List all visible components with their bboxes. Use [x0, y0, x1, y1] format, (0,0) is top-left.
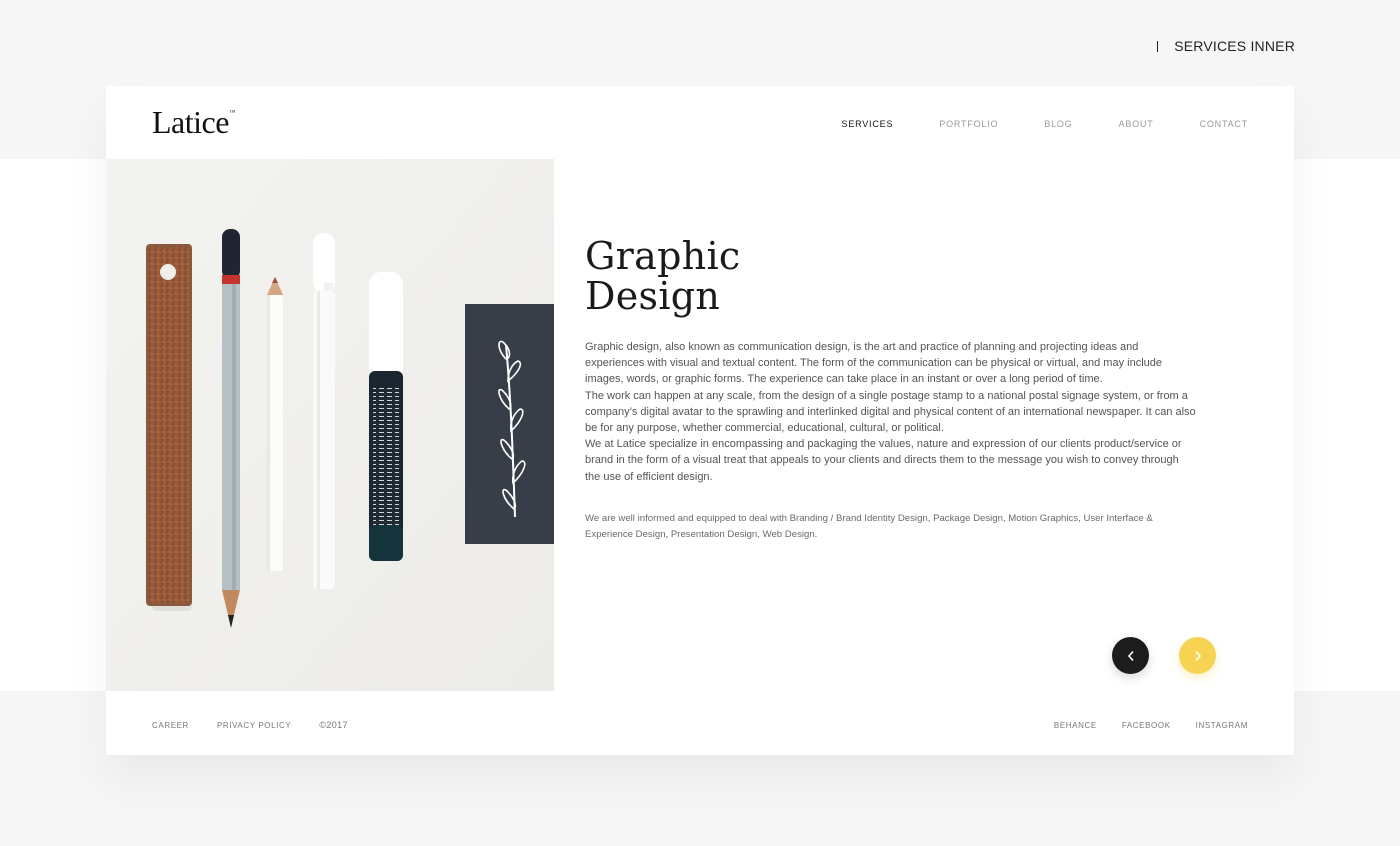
paragraph-2: The work can happen at any scale, from t… [585, 389, 1196, 435]
nav-item-services[interactable]: SERVICES [842, 119, 894, 129]
cork-ruler [146, 244, 192, 606]
next-button[interactable] [1179, 637, 1216, 674]
divider [1157, 40, 1159, 52]
title-line-2: Design [585, 274, 721, 318]
page-label: SERVICES INNER [1157, 38, 1295, 54]
logo-text: Latice [152, 104, 229, 140]
instagram-link[interactable]: INSTAGRAM [1196, 721, 1248, 730]
logo[interactable]: Latice ™ [152, 104, 235, 141]
paragraph-3: We at Latice specialize in encompassing … [585, 438, 1182, 483]
white-gel-pen [313, 233, 335, 589]
footer-copyright: ©2017 [319, 720, 348, 730]
logo-trademark: ™ [229, 110, 236, 116]
page-card: Latice ™ SERVICES PORTFOLIO BLOG ABOUT CO… [106, 86, 1294, 755]
main-nav: SERVICES PORTFOLIO BLOG ABOUT CONTACT [842, 119, 1248, 129]
marker [369, 272, 403, 561]
social-links: BEHANCE FACEBOOK INSTAGRAM [1054, 721, 1248, 730]
footer-career-link[interactable]: CAREER [152, 721, 189, 730]
stationery-illustration [106, 159, 554, 691]
page-label-text: SERVICES INNER [1174, 38, 1295, 54]
page-title: Graphic Design [585, 236, 741, 316]
paragraph-1: Graphic design, also known as communicat… [585, 341, 1162, 386]
description: Graphic design, also known as communicat… [585, 339, 1197, 485]
prev-button[interactable] [1112, 637, 1149, 674]
footer-privacy-link[interactable]: PRIVACY POLICY [217, 721, 291, 730]
behance-link[interactable]: BEHANCE [1054, 721, 1097, 730]
footer: CAREER PRIVACY POLICY ©2017 BEHANCE FACE… [106, 691, 1294, 755]
services-list-text: We are well informed and equipped to dea… [585, 512, 1153, 540]
chevron-left-icon [1127, 650, 1134, 661]
hero-image [106, 159, 554, 691]
title-line-1: Graphic [585, 234, 741, 278]
chevron-right-icon [1194, 650, 1201, 661]
nav-item-blog[interactable]: BLOG [1044, 119, 1072, 129]
white-pencil [267, 277, 283, 571]
nav-item-about[interactable]: ABOUT [1119, 119, 1154, 129]
pencil [222, 229, 240, 628]
nav-item-contact[interactable]: CONTACT [1200, 119, 1248, 129]
facebook-link[interactable]: FACEBOOK [1122, 721, 1171, 730]
leaf-card [465, 304, 554, 544]
header: Latice ™ SERVICES PORTFOLIO BLOG ABOUT CO… [106, 86, 1294, 159]
nav-item-portfolio[interactable]: PORTFOLIO [939, 119, 998, 129]
footer-links: CAREER PRIVACY POLICY ©2017 [152, 720, 348, 730]
